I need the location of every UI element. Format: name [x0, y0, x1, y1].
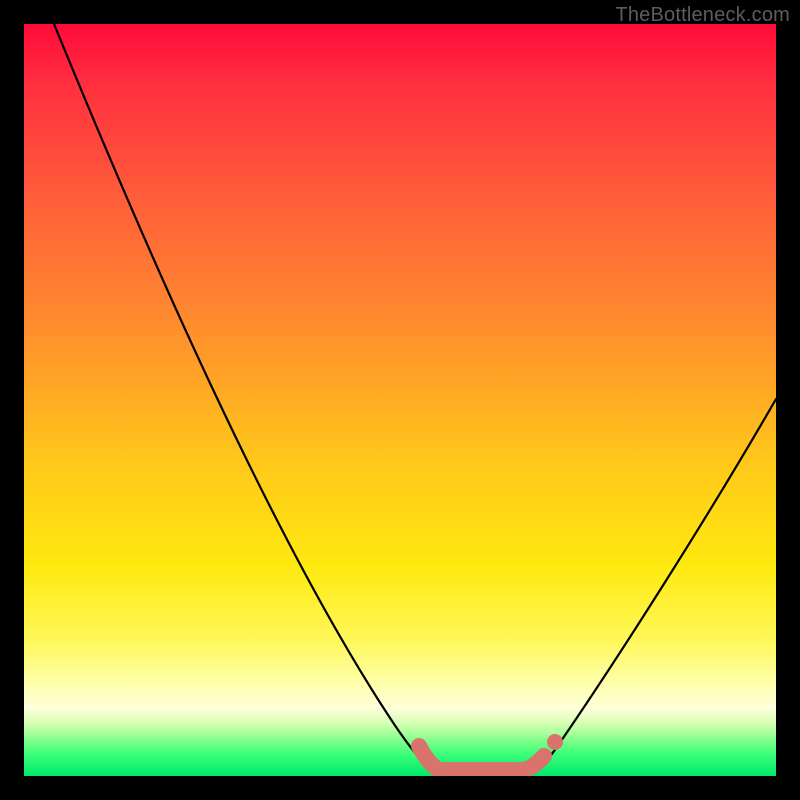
plot-area	[24, 24, 776, 776]
curve-path	[54, 24, 776, 772]
chart-frame: TheBottleneck.com	[0, 0, 800, 800]
bottleneck-curve	[24, 24, 776, 776]
optimal-zone-highlight	[419, 746, 544, 770]
watermark-text: TheBottleneck.com	[615, 4, 790, 27]
optimal-zone-end-marker	[547, 734, 563, 750]
